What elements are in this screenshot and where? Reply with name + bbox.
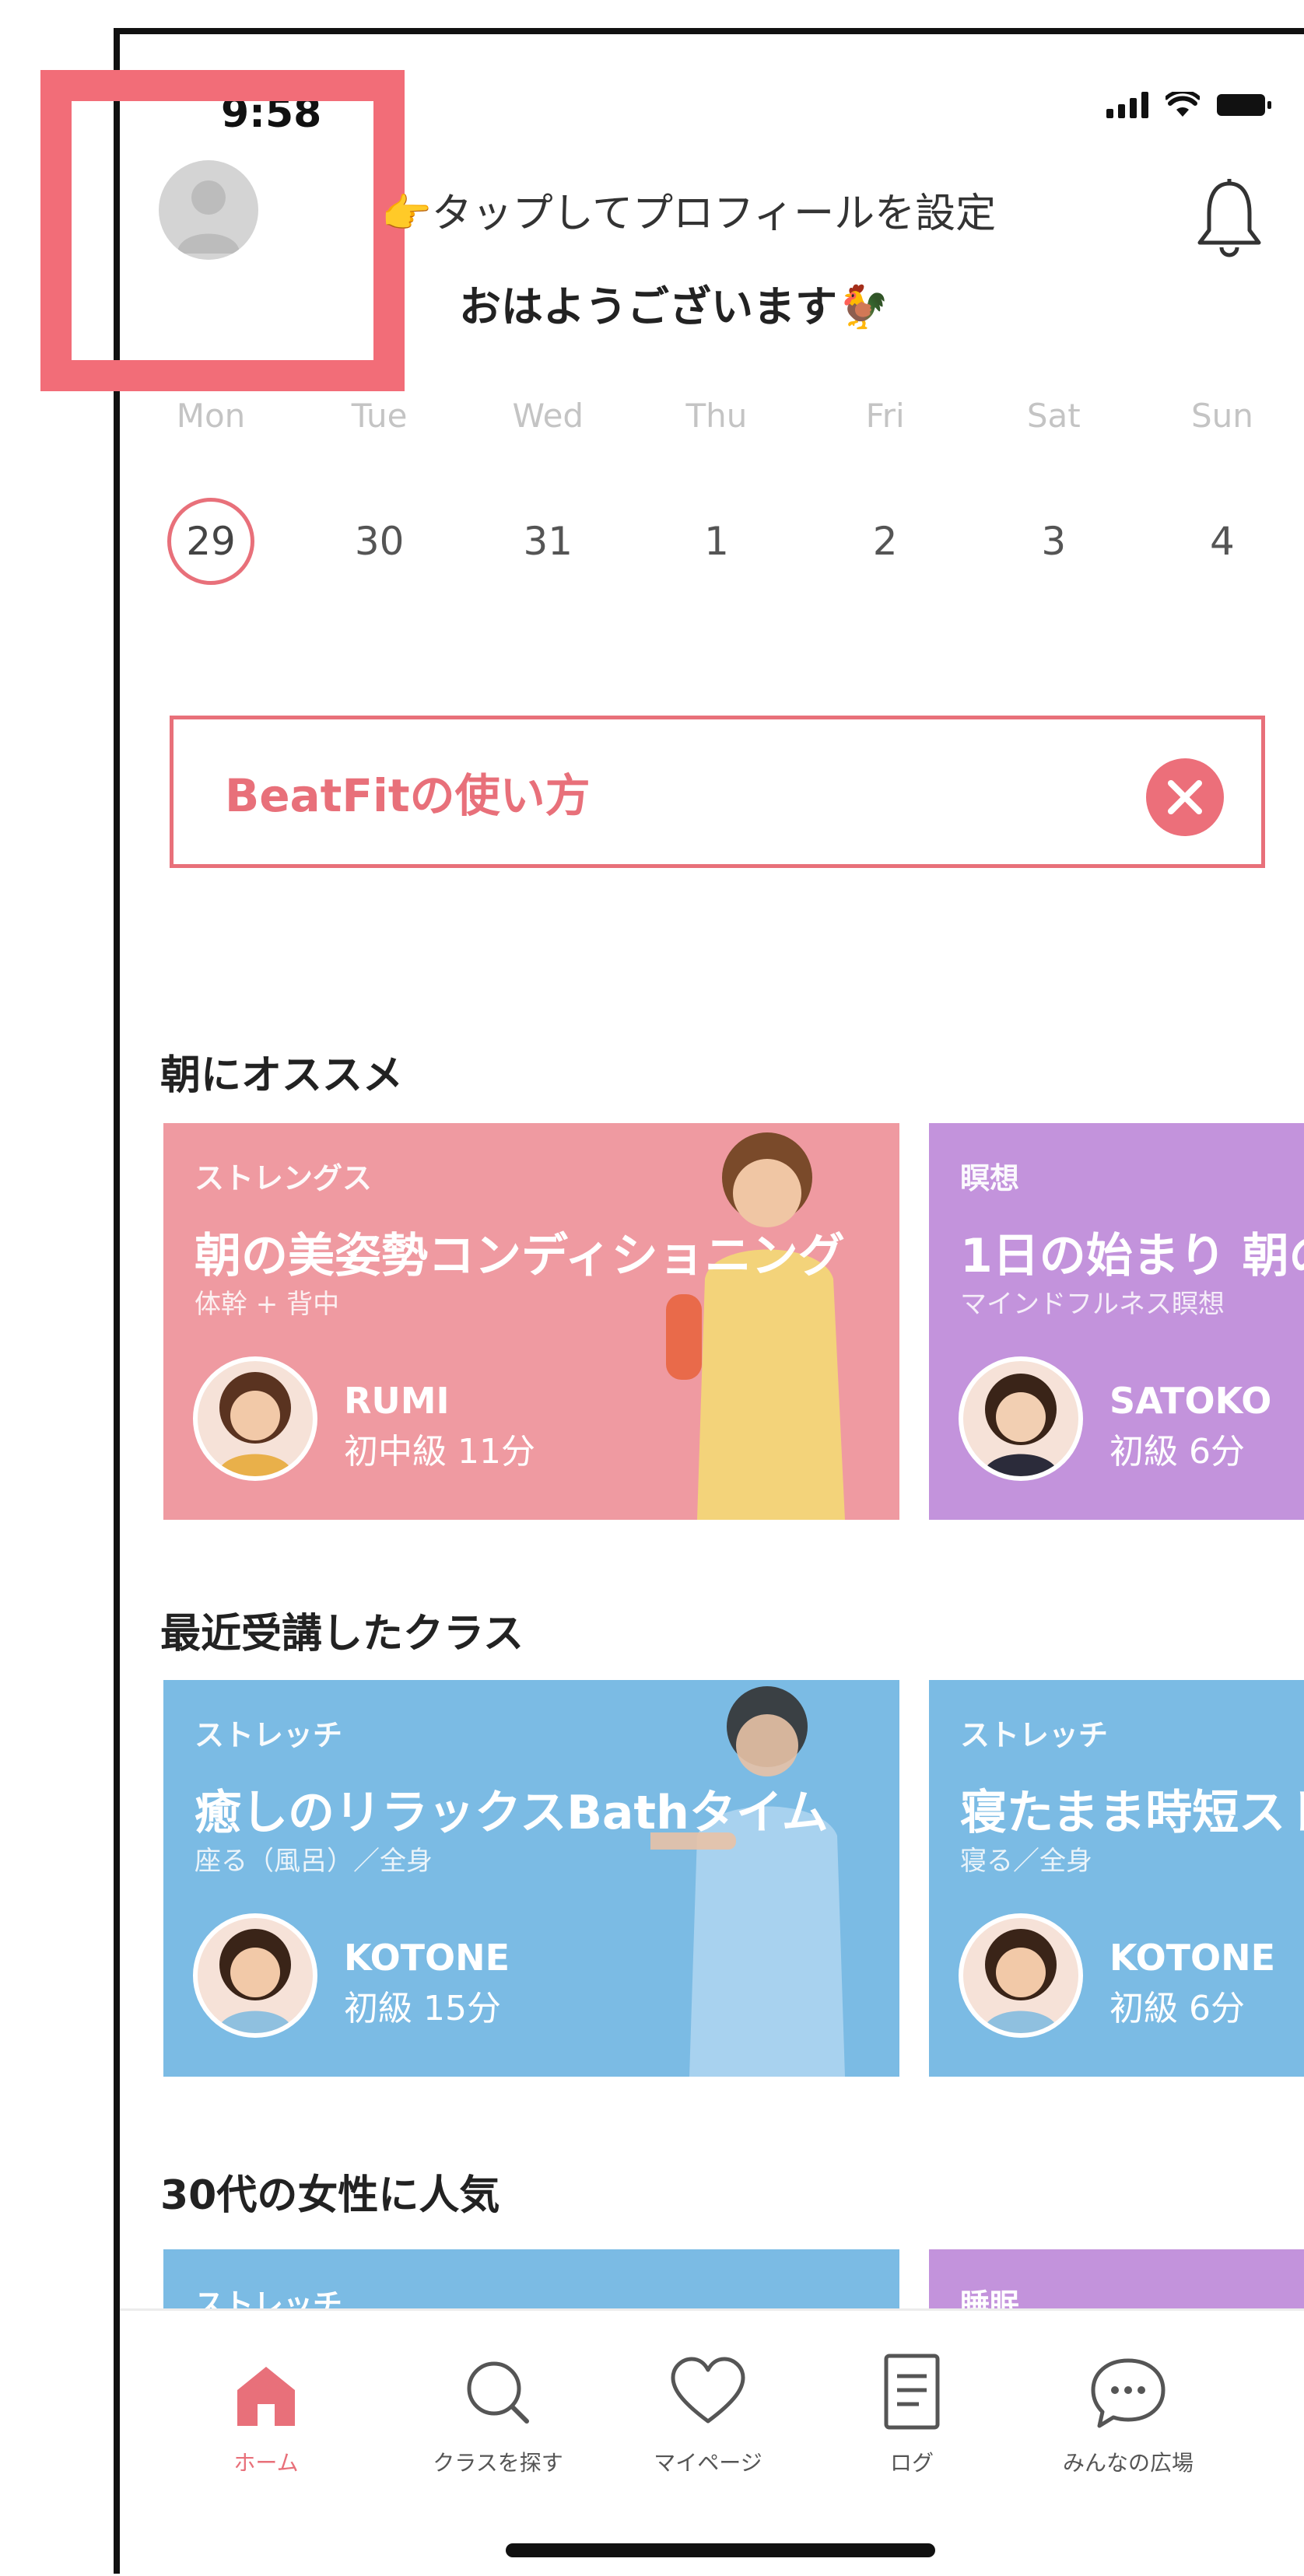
tab-label: マイページ [654, 2450, 762, 2476]
card-subtitle: 体幹 + 背中 [195, 1289, 340, 1320]
chat-bubble-icon [1091, 2358, 1166, 2428]
home-icon [237, 2367, 295, 2426]
class-level-duration: 初中級 11分 [344, 1432, 535, 1472]
class-level-duration: 初級 6分 [1109, 1432, 1245, 1472]
device-frame-top [114, 28, 1304, 34]
calendar-date[interactable]: 30 [329, 498, 430, 585]
instructor-name: SATOKO [1109, 1380, 1272, 1422]
tab-label: みんなの広場 [1062, 2450, 1194, 2476]
instructor-avatar [193, 1913, 317, 2038]
instructor-name: KOTONE [344, 1937, 510, 1979]
tab-label: ホーム [233, 2450, 299, 2476]
class-level-duration: 初級 15分 [344, 1989, 501, 2028]
class-card[interactable]: 睡眠 [929, 2249, 1304, 2312]
card-category: 睡眠 [960, 2287, 1020, 2312]
howto-banner[interactable]: BeatFitの使い方 [170, 716, 1265, 868]
tab-log[interactable]: ログ [819, 2350, 1005, 2477]
tab-home[interactable]: ホーム [173, 2350, 359, 2477]
wifi-icon [1166, 92, 1200, 117]
class-card[interactable]: ストレッチ 癒しのリラックスBathタイム 座る（風呂）／全身 KOTONE 初… [163, 1680, 899, 2077]
card-category: ストレッチ [195, 1718, 343, 1752]
log-document-icon [884, 2354, 940, 2430]
tab-search-classes[interactable]: クラスを探す [405, 2350, 591, 2477]
calendar-dates: 29 30 31 1 2 3 4 [160, 498, 1273, 585]
section-title: 最近受講したクラス [160, 1611, 524, 1657]
tab-label: ログ [889, 2450, 934, 2476]
bell-icon[interactable] [1190, 176, 1268, 261]
weekday-label: Sat [1026, 397, 1081, 435]
tab-community[interactable]: みんなの広場 [1035, 2350, 1222, 2477]
close-icon[interactable] [1146, 758, 1224, 836]
weekday-label: Tue [351, 397, 408, 435]
card-category: ストレッチ [960, 1718, 1109, 1752]
card-subtitle: 寝る／全身 [960, 1846, 1092, 1877]
battery-icon [1217, 94, 1271, 116]
profile-setup-prompt[interactable]: 👉タップしてプロフィールを設定 [381, 180, 996, 239]
class-card[interactable]: ストレッチ 寝たまま時短スト 寝る／全身 KOTONE 初級 6分 [929, 1680, 1304, 2077]
section-title: 30代の女性に人気 [160, 2172, 500, 2219]
howto-banner-label: BeatFitの使い方 [225, 769, 591, 822]
section-title: 朝にオススメ [160, 1052, 404, 1099]
card-title: 1日の始まり 朝の [960, 1229, 1304, 1283]
class-card[interactable]: 瞑想 1日の始まり 朝の マインドフルネス瞑想 SATOKO 初級 6分 [929, 1123, 1304, 1520]
instructor-avatar [959, 1913, 1083, 2038]
heart-icon [671, 2357, 745, 2424]
weekday-label: Fri [865, 397, 905, 435]
instructor-avatar [959, 1356, 1083, 1481]
card-title: 癒しのリラックスBathタイム [195, 1786, 829, 1840]
card-title: 寝たまま時短スト [960, 1786, 1304, 1840]
highlight-box [40, 70, 405, 391]
search-icon [467, 2361, 529, 2424]
instructor-name: KOTONE [1109, 1937, 1276, 1979]
calendar-date[interactable]: 4 [1172, 498, 1273, 585]
greeting-text: おはようございます🐓 [459, 282, 890, 331]
signal-icon [1106, 92, 1148, 118]
device-frame-left [114, 28, 120, 2574]
weekday-label: Mon [176, 397, 246, 435]
instructor-photo [666, 1132, 845, 1520]
class-level-duration: 初級 6分 [1109, 1989, 1245, 2028]
tab-mypage[interactable]: マイページ [615, 2350, 801, 2477]
instructor-name: RUMI [344, 1380, 450, 1422]
calendar-date[interactable]: 31 [497, 498, 598, 585]
class-card[interactable]: ストレングス 朝の美姿勢コンディショニング 体幹 + 背中 RUMI 初中級 1… [163, 1123, 899, 1520]
instructor-photo [650, 1686, 845, 2077]
weekday-label: Thu [685, 397, 748, 435]
bottom-tab-bar: ホーム クラスを探す マイページ ログ みんなの広場 [120, 2308, 1304, 2576]
weekday-label: Wed [512, 397, 584, 435]
tab-label: クラスを探す [433, 2450, 563, 2476]
status-icons [1106, 92, 1271, 118]
calendar-date[interactable]: 2 [835, 498, 936, 585]
calendar-weekdays: Mon Tue Wed Thu Fri Sat Sun [160, 397, 1273, 435]
card-title: 朝の美姿勢コンディショニング [195, 1229, 845, 1283]
instructor-avatar [193, 1356, 317, 1481]
class-card[interactable]: ストレッチ [163, 2249, 899, 2312]
card-subtitle: マインドフルネス瞑想 [960, 1289, 1225, 1320]
card-category: ストレッチ [195, 2287, 343, 2312]
card-subtitle: 座る（風呂）／全身 [195, 1846, 433, 1877]
card-category: ストレングス [195, 1161, 373, 1195]
calendar-date[interactable]: 1 [666, 498, 767, 585]
calendar-date-selected[interactable]: 29 [167, 498, 254, 585]
weekday-label: Sun [1190, 397, 1253, 435]
calendar-date[interactable]: 3 [1003, 498, 1104, 585]
card-category: 瞑想 [960, 1161, 1020, 1195]
home-indicator [506, 2543, 935, 2557]
